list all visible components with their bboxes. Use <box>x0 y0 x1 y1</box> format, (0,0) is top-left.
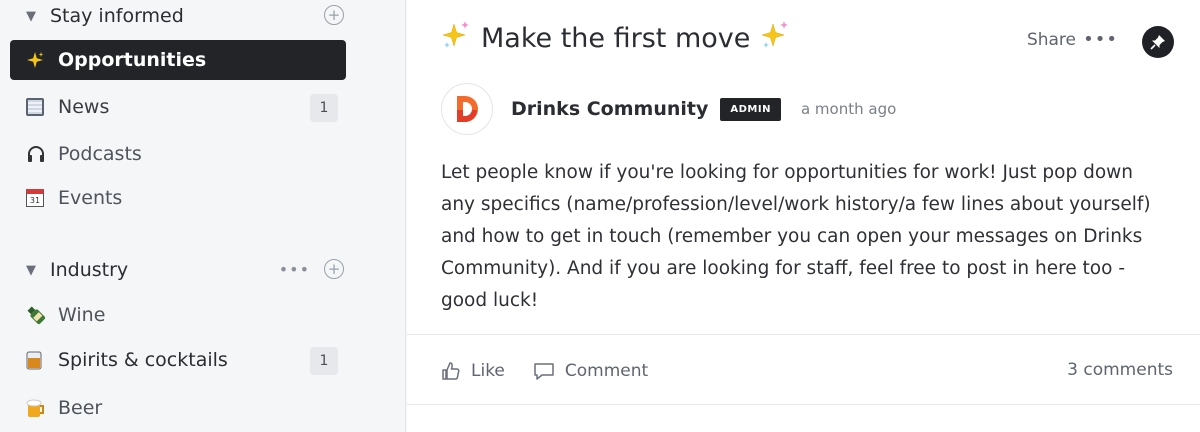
post-timestamp: a month ago <box>800 100 897 118</box>
post-actions: Like Comment <box>441 356 676 386</box>
whisky-glass-icon <box>26 350 58 370</box>
thumbs-up-icon <box>442 362 460 380</box>
unread-count-badge: 1 <box>310 347 338 375</box>
sidebar: ▼ Stay informed + Opportunities News 1 P… <box>0 0 406 432</box>
like-label: Like <box>471 361 505 381</box>
calendar-icon: 31 <box>26 189 58 207</box>
beer-mug-icon <box>26 398 58 418</box>
group-header-stay-informed[interactable]: ▼ Stay informed + <box>26 1 348 31</box>
post-title-row: Make the first move <box>441 20 790 57</box>
comment-icon <box>534 363 554 380</box>
sidebar-item-beer[interactable]: Beer <box>10 388 346 428</box>
post-panel: Make the first move Share ••• Drinks Com… <box>407 0 1200 432</box>
caret-down-icon[interactable]: ▼ <box>26 263 50 278</box>
author-row: Drinks Community ADMIN a month ago <box>441 82 896 136</box>
more-options-icon[interactable]: ••• <box>279 260 310 279</box>
sparkles-icon <box>26 51 58 69</box>
comments-count-link[interactable]: 3 comments <box>1067 360 1173 380</box>
post-body: Let people know if you're looking for op… <box>441 162 1151 311</box>
sidebar-item-spirits-cocktails[interactable]: Spirits & cocktails 1 <box>10 340 346 380</box>
group-label: Industry <box>50 259 129 281</box>
group-label: Stay informed <box>50 5 184 27</box>
sidebar-item-label: Spirits & cocktails <box>58 349 228 371</box>
unread-count-badge: 1 <box>310 94 338 122</box>
sidebar-item-news[interactable]: News 1 <box>10 87 346 127</box>
sidebar-item-label: Wine <box>58 304 106 326</box>
wine-bottle-icon <box>26 305 58 325</box>
sparkles-icon <box>760 20 790 57</box>
add-channel-icon[interactable]: + <box>324 5 344 25</box>
newspaper-icon <box>26 98 58 116</box>
headphones-icon <box>26 144 58 164</box>
sidebar-item-podcasts[interactable]: Podcasts <box>10 134 346 174</box>
sidebar-item-label: Beer <box>58 397 103 419</box>
post-title: Make the first move <box>481 23 751 54</box>
divider <box>407 334 1200 335</box>
group-header-industry[interactable]: ▼ Industry ••• + <box>26 255 348 285</box>
comment-button[interactable]: Comment <box>533 361 648 381</box>
drinks-community-logo-icon <box>457 96 478 122</box>
sidebar-item-wine[interactable]: Wine <box>10 295 346 335</box>
share-button[interactable]: Share <box>1027 30 1076 50</box>
sidebar-item-events[interactable]: 31 Events <box>10 178 346 218</box>
admin-badge: ADMIN <box>720 97 781 121</box>
sidebar-item-label: Opportunities <box>58 49 207 71</box>
more-options-icon[interactable]: ••• <box>1083 29 1118 50</box>
author-name[interactable]: Drinks Community <box>511 98 708 120</box>
avatar[interactable] <box>441 83 493 135</box>
pin-icon[interactable] <box>1142 26 1174 58</box>
comment-label: Comment <box>564 361 649 381</box>
sidebar-item-opportunities[interactable]: Opportunities <box>10 40 346 80</box>
sidebar-item-label: News <box>58 96 110 118</box>
add-channel-icon[interactable]: + <box>324 259 344 279</box>
sparkles-icon <box>441 20 471 57</box>
sidebar-item-label: Podcasts <box>58 143 142 165</box>
like-button[interactable]: Like <box>441 361 505 381</box>
sidebar-item-label: Events <box>58 187 123 209</box>
caret-down-icon[interactable]: ▼ <box>26 9 50 24</box>
divider <box>407 404 1200 405</box>
